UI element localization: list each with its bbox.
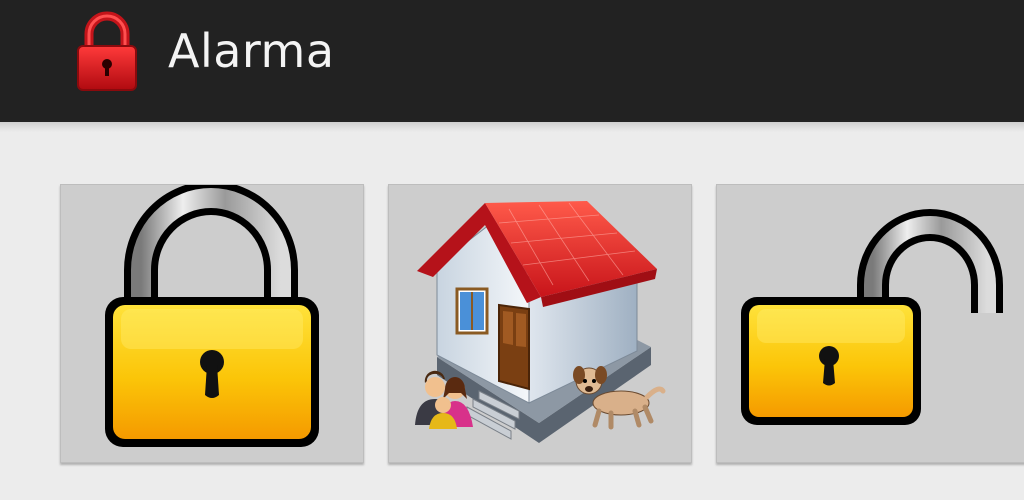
- unlock-button[interactable]: [716, 184, 1024, 463]
- app-title: Alarma: [168, 24, 335, 78]
- lock-button[interactable]: [60, 184, 364, 463]
- red-padlock-icon: [77, 11, 137, 91]
- action-bar: Alarma: [0, 0, 1024, 122]
- home-mode-button[interactable]: [388, 184, 692, 463]
- actionbar-shadow: [0, 122, 1024, 132]
- closed-padlock-icon: [105, 185, 319, 447]
- house-family-dog-icon: [415, 201, 666, 443]
- open-padlock-icon: [741, 209, 1003, 425]
